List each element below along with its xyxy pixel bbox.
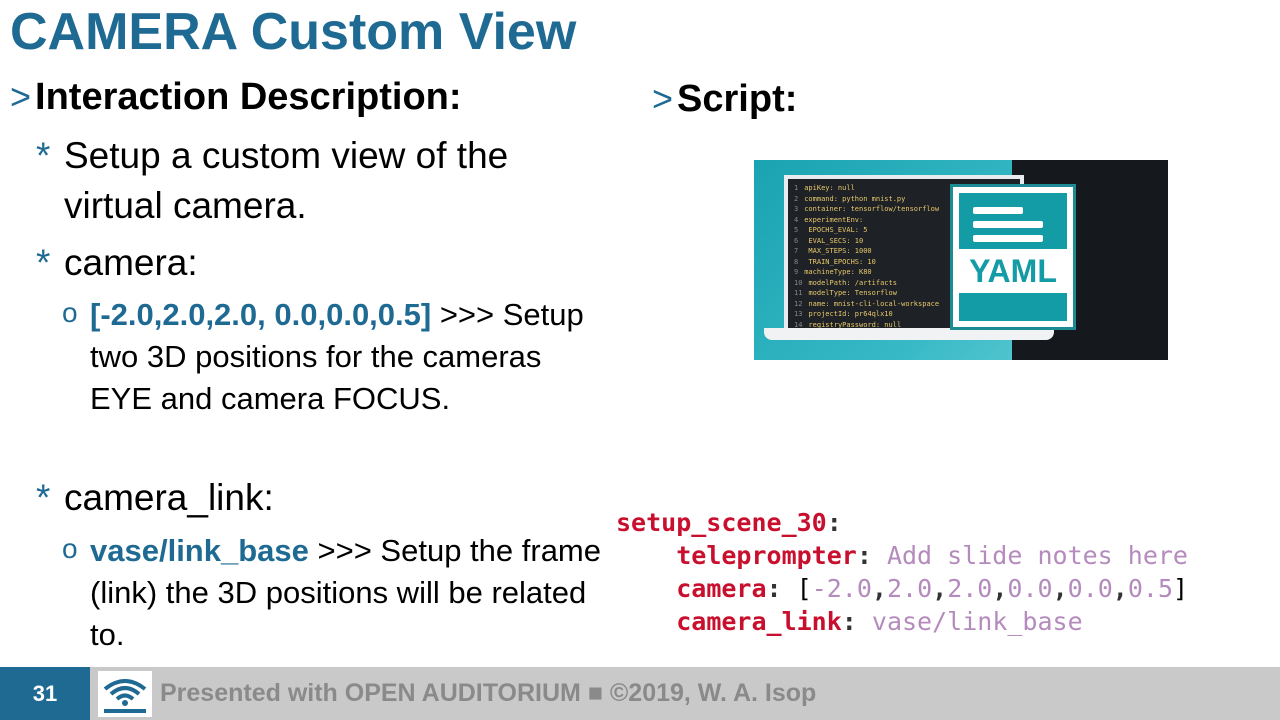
- right-heading-text: Script:: [677, 78, 798, 120]
- camera-value-highlight: [-2.0,2.0,2.0, 0.0,0.0,0.5]: [90, 297, 432, 332]
- bullet-setup: * Setup a custom view of the virtual cam…: [36, 131, 596, 231]
- yaml-code-line: 13 projectId: pr64qlx10: [794, 310, 893, 318]
- yaml-code-line: 9 machineType: K80: [794, 268, 872, 276]
- sub-bullet-marker-icon: o: [62, 297, 78, 328]
- yaml-code-line: 8 TRAIN_EPOCHS: 10: [794, 257, 876, 266]
- yaml-file-icon: YAML: [950, 184, 1076, 330]
- yaml-code-line: 12 name: mnist-cli-local-workspace: [794, 299, 940, 308]
- bullet-star-icon: *: [36, 242, 51, 283]
- camera-value-4: 0.0: [1067, 574, 1113, 603]
- heading-marker-icon: >: [652, 78, 674, 119]
- camera-value-3: 0.0: [1007, 574, 1053, 603]
- camera-key: camera: [676, 574, 767, 603]
- page-number: 31: [0, 667, 90, 720]
- camera-value-1: 2.0: [886, 574, 933, 603]
- yaml-code-line: 3 container: tensorflow/tensorflow: [794, 205, 940, 213]
- heading-marker-icon: >: [10, 76, 32, 117]
- slide-title: CAMERA Custom View: [10, 3, 577, 61]
- bullet-star-icon: *: [36, 477, 51, 518]
- bullet-star-icon: *: [36, 135, 51, 176]
- bullet-text: Setup a custom view of the virtual camer…: [64, 135, 509, 226]
- camera-value-2: 2.0: [947, 574, 993, 603]
- script-code-block: setup_scene_30: teleprompter: Add slide …: [616, 508, 1189, 636]
- teleprompter-key: teleprompter: [676, 541, 857, 570]
- yaml-code-line: 2 command: python mnist.py: [794, 194, 906, 203]
- bullet-text: camera_link:: [64, 477, 274, 518]
- right-heading: > Script:: [652, 78, 797, 121]
- camera-value-5: 0.5: [1127, 574, 1174, 603]
- yaml-code-lines: 1 apiKey: null 2 command: python mnist.py 3 c…: [794, 183, 939, 330]
- camera-link-value-highlight: vase/link_base: [90, 533, 309, 568]
- camera-value-0: -2.0: [811, 574, 872, 603]
- sub-bullet-marker-icon: o: [62, 533, 78, 564]
- yaml-code-line: 1 apiKey: null: [794, 184, 855, 192]
- yaml-code-line: 10 modelPath: /artifacts: [794, 278, 897, 287]
- teleprompter-value: Add slide notes here: [886, 541, 1188, 570]
- sub-bullet-camera: o [-2.0,2.0,2.0, 0.0,0.0,0.5] >>> Setup …: [62, 294, 602, 420]
- yaml-code-line: 5 EPOCHS_EVAL: 5: [794, 226, 868, 234]
- camera-link-value: vase/link_base: [871, 607, 1083, 636]
- camera-link-key: camera_link: [676, 607, 842, 636]
- wifi-logo-icon: [98, 671, 152, 717]
- footer-text: Presented with OPEN AUDITORIUM ■ ©2019, …: [160, 679, 817, 707]
- left-heading: > Interaction Description:: [10, 76, 462, 119]
- sub-bullet-text: [-2.0,2.0,2.0, 0.0,0.0,0.5] >>> Setup tw…: [90, 294, 602, 420]
- left-heading-text: Interaction Description:: [35, 76, 462, 118]
- bullet-text: camera:: [64, 242, 198, 283]
- yaml-illustration: 1 apiKey: null 2 command: python mnist.py 3 c…: [754, 160, 1168, 360]
- sub-bullet-text: vase/link_base >>> Setup the frame (link…: [90, 530, 602, 656]
- bullet-camera: * camera:: [36, 238, 596, 288]
- yaml-code-line: 6 EVAL_SECS: 10: [794, 236, 864, 245]
- footer: 31 Presented with OPEN AUDITORIUM ■ ©201…: [0, 667, 1280, 720]
- yaml-code-line: 4 experimentEnv:: [794, 215, 864, 224]
- sub-bullet-camera-link: o vase/link_base >>> Setup the frame (li…: [62, 530, 602, 656]
- scene-key: setup_scene_30: [616, 508, 827, 537]
- bullet-camera-link: * camera_link:: [36, 473, 596, 523]
- yaml-code-line: 7 MAX_STEPS: 1000: [794, 247, 872, 255]
- yaml-code-line: 11 modelType: Tensorflow: [794, 289, 897, 297]
- yaml-label: YAML: [955, 249, 1071, 293]
